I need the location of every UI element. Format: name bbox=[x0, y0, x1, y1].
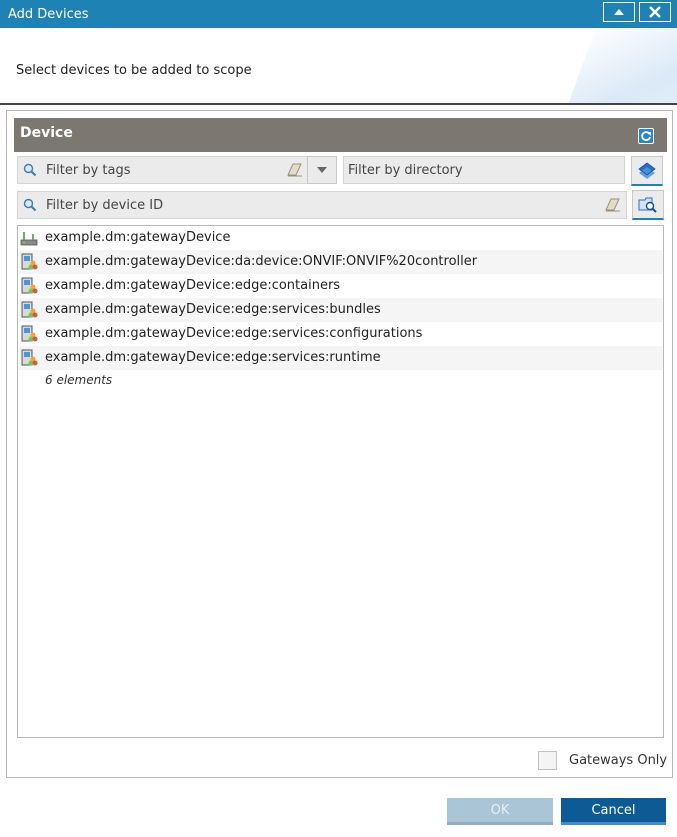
folder-search-icon bbox=[638, 197, 657, 213]
cancel-button[interactable]: Cancel bbox=[561, 798, 666, 825]
tags-dropdown-button[interactable] bbox=[307, 156, 337, 184]
eraser-icon[interactable] bbox=[287, 163, 303, 177]
close-icon bbox=[649, 6, 661, 18]
directory-filter-input[interactable] bbox=[344, 157, 622, 183]
device-icon bbox=[21, 277, 38, 294]
device-id: example.dm:gatewayDevice bbox=[45, 230, 231, 245]
dialog-header: Select devices to be added to scope bbox=[0, 28, 677, 103]
device-list: example.dm:gatewayDevice example.dm:gate… bbox=[17, 225, 664, 738]
eraser-icon[interactable] bbox=[605, 198, 621, 212]
device-panel: Device Filter by tags Filter by director… bbox=[6, 110, 673, 778]
device-id: example.dm:gatewayDevice:edge:services:b… bbox=[45, 302, 381, 317]
window-title: Add Devices bbox=[8, 7, 89, 22]
chevron-down-icon bbox=[317, 167, 327, 173]
directory-select-button[interactable] bbox=[631, 156, 663, 186]
device-id: example.dm:gatewayDevice:edge:services:r… bbox=[45, 350, 381, 365]
gateways-only-checkbox[interactable] bbox=[538, 751, 557, 770]
list-item[interactable]: example.dm:gatewayDevice:edge:services:r… bbox=[18, 346, 663, 370]
device-id-filter-input[interactable] bbox=[42, 192, 602, 218]
gateway-icon bbox=[20, 232, 38, 246]
close-button[interactable] bbox=[639, 2, 671, 22]
list-count: 6 elements bbox=[45, 373, 113, 387]
caret-up-icon bbox=[614, 9, 624, 15]
device-icon bbox=[21, 253, 38, 270]
device-icon bbox=[21, 301, 38, 318]
list-item[interactable]: example.dm:gatewayDevice bbox=[18, 226, 663, 250]
refresh-icon bbox=[641, 131, 651, 141]
directory-icon bbox=[638, 162, 656, 179]
list-item[interactable]: example.dm:gatewayDevice:edge:services:c… bbox=[18, 322, 663, 346]
search-icon bbox=[23, 163, 37, 177]
header-decoration bbox=[564, 28, 677, 103]
device-id-filter bbox=[17, 191, 627, 219]
device-panel-header: Device bbox=[14, 118, 667, 152]
tags-filter-input[interactable] bbox=[42, 157, 282, 183]
device-id: example.dm:gatewayDevice:da:device:ONVIF… bbox=[45, 254, 478, 269]
directory-filter bbox=[343, 156, 625, 184]
device-icon bbox=[21, 325, 38, 342]
device-icon bbox=[21, 349, 38, 366]
list-item[interactable]: example.dm:gatewayDevice:edge:services:b… bbox=[18, 298, 663, 322]
refresh-button[interactable] bbox=[638, 128, 654, 144]
minimize-button[interactable] bbox=[603, 2, 635, 22]
ok-button[interactable]: OK bbox=[447, 798, 553, 825]
device-id: example.dm:gatewayDevice:edge:services:c… bbox=[45, 326, 423, 341]
list-item[interactable]: example.dm:gatewayDevice:da:device:ONVIF… bbox=[18, 250, 663, 274]
header-divider bbox=[0, 103, 677, 105]
gateways-only-label: Gateways Only bbox=[569, 753, 668, 768]
dialog-subtitle: Select devices to be added to scope bbox=[16, 63, 252, 78]
title-bar: Add Devices bbox=[0, 0, 677, 28]
device-id: example.dm:gatewayDevice:edge:containers bbox=[45, 278, 341, 293]
device-panel-title: Device bbox=[20, 125, 73, 141]
list-item[interactable]: example.dm:gatewayDevice:edge:containers bbox=[18, 274, 663, 298]
search-button[interactable] bbox=[632, 190, 664, 220]
tags-filter bbox=[17, 156, 309, 184]
search-icon bbox=[23, 198, 37, 212]
